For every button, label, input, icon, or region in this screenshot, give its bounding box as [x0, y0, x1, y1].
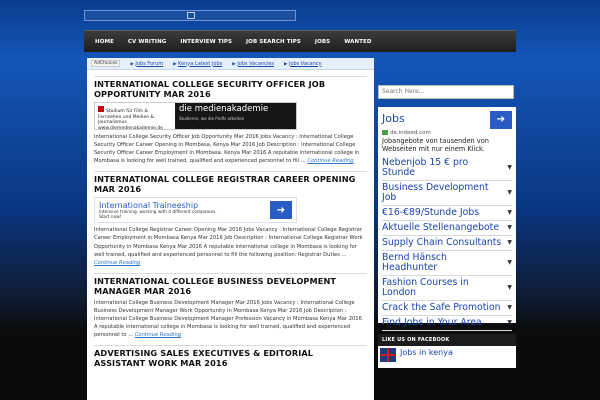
list-item[interactable]: Business Development Job ▼: [382, 181, 512, 206]
nav-jobs[interactable]: JOBS: [308, 39, 337, 45]
logo-icon: [98, 106, 104, 112]
list-item[interactable]: Fashion Courses in London ▼: [382, 276, 512, 301]
post-title[interactable]: INTERNATIONAL COLLEGE REGISTRAR CAREER O…: [94, 171, 367, 194]
list-item[interactable]: Crack the Safe Promotion ▼: [382, 301, 512, 316]
post-excerpt: International College Business Developme…: [94, 299, 362, 339]
post: INTERNATIONAL COLLEGE REGISTRAR CAREER O…: [87, 171, 374, 266]
list-item[interactable]: Find Jobs in Your Area ▼: [382, 316, 512, 331]
arrow-right-icon[interactable]: ➔: [490, 110, 512, 129]
post: ADVERTISING SALES EXECUTIVES & EDITORIAL…: [87, 345, 374, 368]
ad-description: Jobangebote von tausenden von Webseiten …: [382, 136, 489, 153]
ad-link-kenya-latest-jobs[interactable]: Kenya Latest Jobs: [178, 61, 222, 67]
continue-reading-link[interactable]: Continue Reading: [307, 158, 353, 164]
continue-reading-link[interactable]: Continue Reading: [135, 332, 181, 338]
post-title[interactable]: ADVERTISING SALES EXECUTIVES & EDITORIAL…: [94, 345, 367, 368]
sidebar-ad: Jobs ➔ de.indeed.com Jobangebote von tau…: [378, 106, 516, 331]
ad-link-jobs-vacancy[interactable]: Jobs Vacancy: [289, 61, 322, 67]
nav-interview-tips[interactable]: INTERVIEW TIPS: [173, 39, 239, 45]
ad-link-jobs-forum[interactable]: Jobs Forum: [135, 61, 163, 67]
list-item[interactable]: Aktuelle Stellenangebote ▼: [382, 221, 512, 236]
nav-wanted[interactable]: WANTED: [337, 39, 378, 45]
chevron-down-icon: ▼: [507, 189, 512, 196]
chevron-down-icon: ▼: [507, 164, 512, 171]
sidebar: Jobs ➔ de.indeed.com Jobangebote von tau…: [378, 78, 516, 400]
ad-subtitle-2: Start now!: [99, 214, 122, 220]
header-banner-frame: [84, 10, 296, 21]
ad-jobs-title[interactable]: Jobs: [382, 112, 405, 125]
main-content: AdChoices ▶ Jobs Forum ▶ Kenya Latest Jo…: [87, 58, 374, 400]
list-item[interactable]: Supply Chain Consultants ▼: [382, 236, 512, 251]
banner-ad-medienakademie[interactable]: Studium für Film & Fernsehen und Medien …: [94, 102, 297, 131]
chevron-down-icon: ▼: [507, 209, 512, 216]
facebook-widget: Jobs in kenya: [378, 345, 516, 368]
ad-domain: de.indeed.com: [382, 129, 512, 136]
chevron-down-icon: ▼: [507, 304, 512, 311]
nav-job-search-tips[interactable]: JOB SEARCH TIPS: [239, 39, 308, 45]
search-input[interactable]: [378, 84, 514, 99]
ad-link-jobs-vacancies[interactable]: Jobs Vacancies: [237, 61, 274, 67]
ad-link-list: Nebenjob 15 € pro Stunde ▼ Business Devel…: [382, 156, 512, 331]
ad-title: International Traineeship: [99, 200, 199, 210]
list-item[interactable]: Bernd Hänsch Headhunter ▼: [382, 251, 512, 276]
arrow-right-icon[interactable]: ➔: [270, 201, 292, 220]
ad-left-text: Studium für Film & Fernsehen und Medien …: [95, 103, 175, 131]
main-nav: HOME CV WRITING INTERVIEW TIPS JOB SEARC…: [84, 30, 516, 52]
page-avatar[interactable]: [380, 347, 396, 362]
chevron-down-icon: ▼: [507, 284, 512, 291]
nav-home[interactable]: HOME: [88, 39, 121, 45]
post-title[interactable]: INTERNATIONAL COLLEGE BUSINESS DEVELOPME…: [94, 272, 367, 296]
chevron-down-icon: ▼: [507, 224, 512, 231]
facebook-page-link[interactable]: Jobs in kenya: [400, 348, 453, 357]
list-item[interactable]: Nebenjob 15 € pro Stunde ▼: [382, 156, 512, 181]
post-excerpt: International College Registrar Career O…: [94, 227, 363, 266]
broken-image-icon: [187, 12, 195, 19]
adchoices-badge[interactable]: AdChoices: [91, 60, 121, 67]
ad-link-bar: AdChoices ▶ Jobs Forum ▶ Kenya Latest Jo…: [87, 58, 374, 70]
post-title[interactable]: INTERNATIONAL COLLEGE SECURITY OFFICER J…: [94, 76, 367, 99]
chevron-down-icon: ▼: [507, 239, 512, 246]
ad-left-url: www.diemedienakademie.de: [98, 125, 163, 131]
continue-reading-link[interactable]: Continue Reading: [94, 260, 140, 266]
ad-right-brand: die medienakademie Studieren, wo die Prof…: [175, 103, 296, 129]
chevron-down-icon: ▼: [507, 259, 512, 266]
list-item[interactable]: €16-€89/Stunde Jobs ▼: [382, 206, 512, 221]
nav-cv-writing[interactable]: CV WRITING: [121, 39, 173, 45]
post: INTERNATIONAL COLLEGE SECURITY OFFICER J…: [87, 76, 374, 165]
chevron-down-icon: ▼: [507, 319, 512, 326]
post-excerpt: International College Security Officer J…: [94, 134, 360, 165]
ad-badge-icon: [382, 129, 388, 135]
post: INTERNATIONAL COLLEGE BUSINESS DEVELOPME…: [87, 272, 374, 339]
banner-ad-traineeship[interactable]: International Traineeship Intensive trai…: [94, 197, 297, 224]
facebook-widget-heading: LIKE US ON FACEBOOK: [378, 333, 516, 346]
